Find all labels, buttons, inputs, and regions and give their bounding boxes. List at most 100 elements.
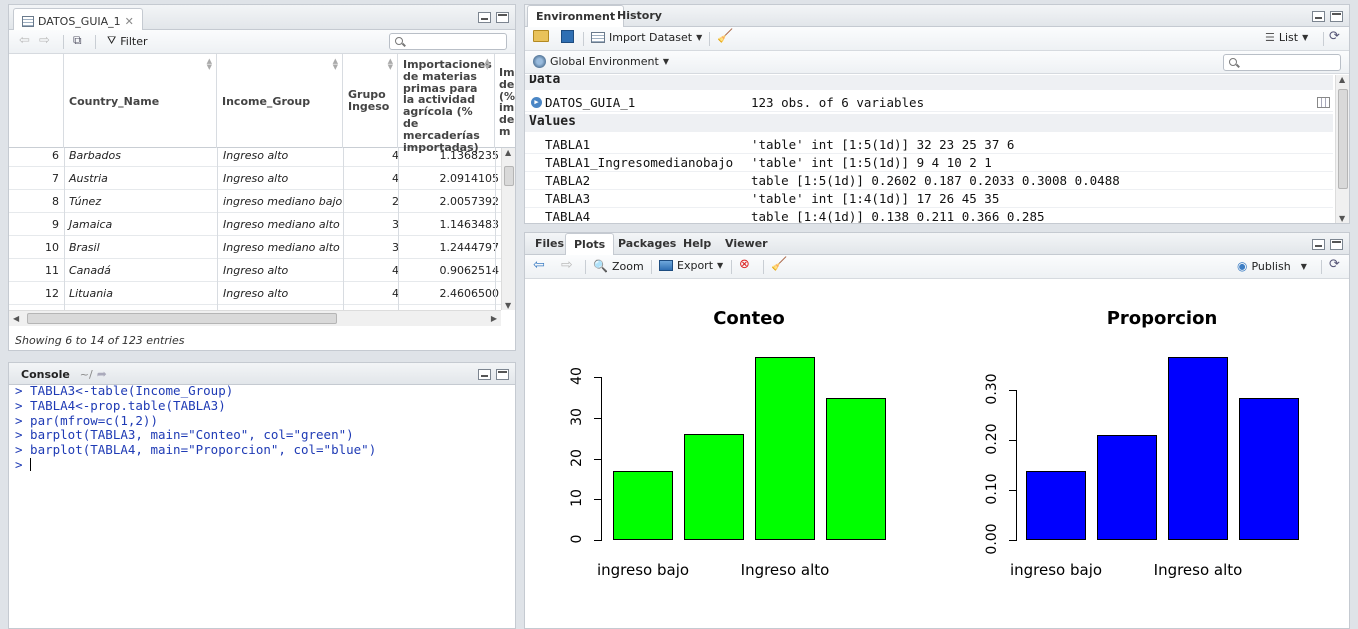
text-cursor: [30, 457, 32, 471]
tab-datos-guia[interactable]: DATOS_GUIA_1 ✕: [13, 8, 143, 30]
maximize-button[interactable]: [1330, 11, 1343, 22]
refresh-icon[interactable]: ⟳: [1329, 29, 1340, 44]
minimize-button[interactable]: [1312, 11, 1325, 22]
console-input-line[interactable]: >: [15, 457, 376, 473]
previous-plot-icon[interactable]: ⇦: [533, 257, 545, 273]
console-output[interactable]: > TABLA3<-table(Income_Group) > TABLA4<-p…: [15, 383, 376, 473]
remove-plot-icon[interactable]: ⊗: [739, 257, 750, 272]
sort-icon: ▲ ▼: [332, 57, 338, 71]
importaciones-cell: 2.0057392: [439, 195, 500, 208]
tab-help[interactable]: Help: [675, 233, 719, 255]
broom-icon[interactable]: 🧹: [717, 29, 733, 44]
console-tab-label[interactable]: Console: [21, 368, 70, 381]
environment-scroll-thumb[interactable]: [1338, 89, 1348, 189]
tab-history[interactable]: History: [609, 5, 670, 27]
column-header-importaciones[interactable]: Importaciones de materias primas para la…: [398, 54, 495, 153]
minimize-button[interactable]: [478, 12, 491, 23]
table-row[interactable]: 11 Canadá Ingreso alto 4 0.9062514: [9, 259, 501, 282]
country-cell: Jamaica: [69, 218, 113, 231]
filter-button[interactable]: ⛛ Filter: [107, 34, 148, 48]
maximize-button[interactable]: [1330, 239, 1343, 250]
env-row-value[interactable]: TABLA1_Ingresomedianobajo 'table' int [1:…: [525, 154, 1333, 172]
bar: [1168, 357, 1228, 540]
values-section-header: Values: [525, 114, 1333, 132]
import-dataset-button[interactable]: Import Dataset ▼: [591, 31, 702, 44]
country-cell: Barbados: [69, 149, 121, 162]
maximize-button[interactable]: [496, 12, 509, 23]
table-row[interactable]: 8 Túnez ingreso mediano bajo 2 2.0057392: [9, 190, 501, 213]
chevron-down-icon: ▼: [717, 261, 724, 270]
table-row[interactable]: 7 Austria Ingreso alto 4 2.0914105: [9, 167, 501, 190]
table-row[interactable]: 12 Lituania Ingreso alto 4 2.4606500: [9, 282, 501, 305]
env-row-value[interactable]: TABLA1 'table' int [1:5(1d)] 32 23 25 37 …: [525, 136, 1333, 154]
sort-icon: ▲ ▼: [387, 57, 393, 71]
importaciones-cell: 1.1463483: [439, 218, 500, 231]
row-index-cell: 9: [52, 218, 59, 231]
environment-search-input[interactable]: [1223, 54, 1341, 71]
bar: [1239, 397, 1299, 540]
save-icon[interactable]: [561, 30, 574, 43]
data-horizontal-scrollbar[interactable]: ◀ ▶: [9, 310, 501, 326]
table-row[interactable]: 9 Jamaica Ingreso mediano alto 3 1.1463483: [9, 213, 501, 236]
forward-arrow-icon[interactable]: ⇨: [39, 33, 50, 48]
sort-icon: ▲ ▼: [206, 57, 212, 71]
maximize-button[interactable]: [496, 369, 509, 380]
income-group-cell: Ingreso alto: [223, 287, 289, 300]
env-row-value[interactable]: TABLA3 'table' int [1:4(1d)] 17 26 45 35: [525, 190, 1333, 208]
vertical-scroll-thumb[interactable]: [504, 166, 514, 186]
bar: [755, 357, 815, 540]
column-header-country[interactable]: Country_Name ▲ ▼: [64, 54, 217, 148]
goto-directory-icon[interactable]: ➦: [97, 367, 107, 381]
publish-button[interactable]: ◉ Publish ▼: [1237, 259, 1307, 273]
data-search-input[interactable]: [389, 33, 507, 50]
env-row-value[interactable]: TABLA2 table [1:5(1d)] 0.2602 0.187 0.203…: [525, 172, 1333, 190]
minimize-button[interactable]: [478, 369, 491, 380]
column-header-index[interactable]: [9, 54, 64, 148]
importaciones-cell: 1.1368235: [439, 149, 500, 162]
next-plot-icon[interactable]: ⇨: [561, 257, 573, 273]
data-vertical-scrollbar[interactable]: ▲ ▼: [501, 148, 515, 310]
chevron-down-icon: ▼: [662, 57, 669, 66]
view-mode-dropdown[interactable]: ☰ List ▼: [1265, 31, 1308, 44]
column-header-income[interactable]: Income_Group ▲ ▼: [217, 54, 343, 148]
expand-icon[interactable]: ▶: [531, 97, 542, 108]
env-row-datos-guia[interactable]: ▶ DATOS_GUIA_1 123 obs. of 6 variables: [525, 94, 1333, 112]
column-header-next[interactable]: Im de (% im de me: [495, 54, 515, 148]
env-row-value[interactable]: TABLA4 table [1:4(1d)] 0.138 0.211 0.366 …: [525, 208, 1333, 223]
row-index-cell: 12: [45, 287, 59, 300]
row-index-cell: 7: [52, 172, 59, 185]
income-group-cell: ingreso mediano bajo: [223, 195, 343, 208]
income-group-cell: Ingreso alto: [223, 264, 289, 277]
minimize-button[interactable]: [1312, 239, 1325, 250]
open-folder-icon[interactable]: [533, 30, 549, 42]
tab-viewer[interactable]: Viewer: [717, 233, 776, 255]
refresh-icon[interactable]: ⟳: [1329, 257, 1340, 272]
data-viewer-toolbar: ⇦ ⇨ ⧉ ⛛ Filter: [9, 30, 515, 54]
environment-scrollbar[interactable]: ▲ ▼: [1335, 75, 1349, 223]
env-value: 'table' int [1:5(1d)] 9 4 10 2 1: [751, 155, 992, 170]
y-tick-label: 0.30: [984, 373, 1000, 405]
data-viewer-tabbar: DATOS_GUIA_1 ✕: [9, 5, 515, 30]
popout-icon[interactable]: ⧉: [73, 33, 82, 48]
back-arrow-icon[interactable]: ⇦: [19, 33, 30, 48]
y-tick-label: 0.00: [984, 523, 1000, 555]
zoom-button[interactable]: 🔍 Zoom: [593, 259, 644, 273]
plots-tabbar: Files Plots Packages Help Viewer: [525, 233, 1349, 255]
grupo-ingeso-cell: 4: [392, 287, 399, 300]
grid-view-icon[interactable]: [1317, 97, 1330, 108]
tab-packages[interactable]: Packages: [610, 233, 684, 255]
column-header-grupo[interactable]: Grupo Ingeso ▲ ▼: [343, 54, 398, 148]
env-name: TABLA2: [545, 173, 591, 188]
tab-plots[interactable]: Plots: [565, 233, 615, 255]
export-button[interactable]: Export ▼: [659, 259, 723, 272]
horizontal-scroll-thumb[interactable]: [27, 313, 337, 324]
table-row[interactable]: 6 Barbados Ingreso alto 4 1.1368235: [9, 148, 501, 167]
console-pane: Console ~/ ➦ > TABLA3<-table(Income_Grou…: [8, 362, 516, 629]
table-row[interactable]: 10 Brasil Ingreso mediano alto 3 1.2444797: [9, 236, 501, 259]
close-icon[interactable]: ✕: [125, 15, 134, 28]
y-tick: [594, 540, 601, 541]
list-icon: ☰: [1265, 31, 1275, 44]
broom-icon[interactable]: 🧹: [771, 257, 787, 272]
global-environment-dropdown[interactable]: Global Environment ▼: [533, 55, 669, 68]
env-value: table [1:5(1d)] 0.2602 0.187 0.2033 0.30…: [751, 173, 1120, 188]
